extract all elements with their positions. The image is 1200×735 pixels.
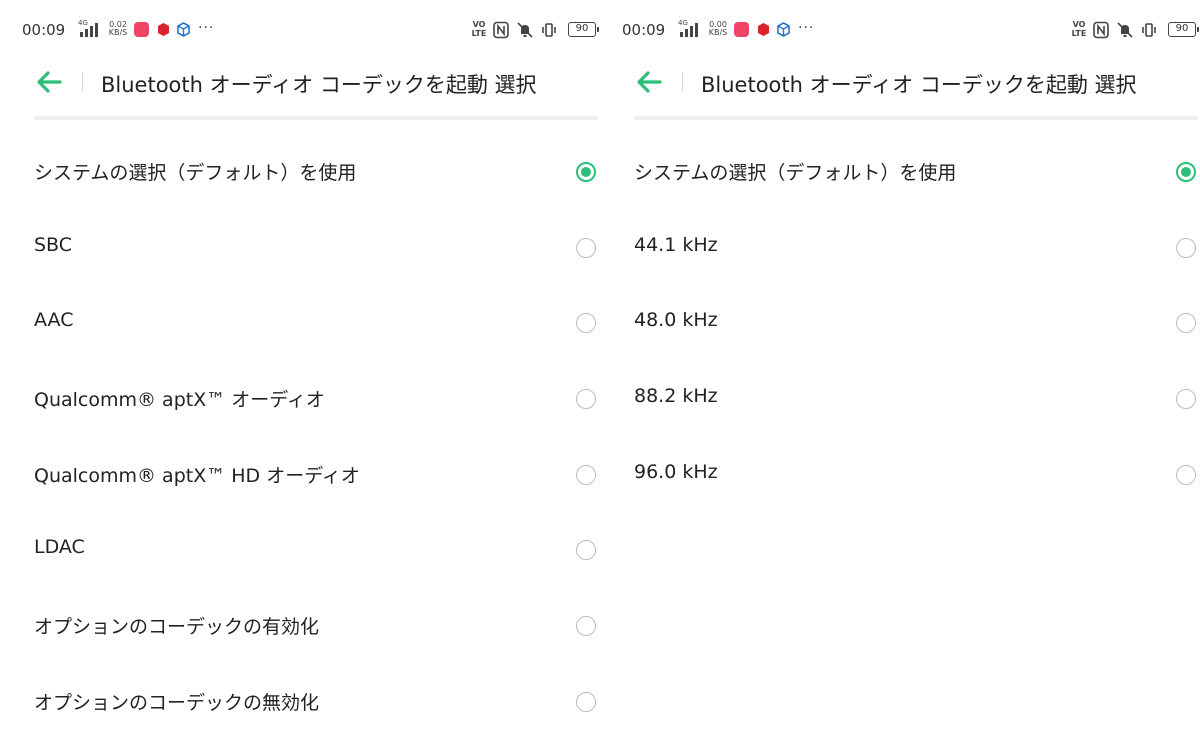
radio-button[interactable]	[1176, 237, 1196, 258]
option-label: システムの選択（デフォルト）を使用	[34, 162, 357, 184]
radio-button-selected[interactable]	[576, 162, 596, 182]
status-time: 00:09	[22, 21, 66, 39]
radio-button[interactable]	[576, 540, 596, 561]
radio-button[interactable]	[576, 691, 596, 712]
list-item[interactable]: 96.0 kHz	[618, 423, 1198, 499]
status-bar: 00:09 4G 0.00 KB/S ··· VO LTE 90	[618, 14, 1199, 46]
status-time: 00:09	[622, 21, 666, 39]
more-notifications-icon: ···	[198, 20, 215, 36]
option-label: LDAC	[34, 536, 85, 559]
signal-icon	[80, 23, 102, 37]
option-label: オプションのコーデックの無効化	[34, 691, 320, 714]
page-title: Bluetooth オーディオ コーデックを起動 選択	[701, 73, 1137, 97]
option-label: 44.1 kHz	[634, 233, 718, 256]
back-arrow-icon	[37, 71, 62, 93]
radio-button[interactable]	[1176, 313, 1196, 334]
battery-indicator: 90	[568, 22, 599, 37]
status-bar: 00:09 4G 0.02 KB/S ··· VO LTE 90	[18, 14, 599, 46]
back-button[interactable]	[34, 69, 64, 95]
option-label: Qualcomm® aptX™ HD オーディオ	[34, 464, 360, 487]
back-button[interactable]	[634, 69, 664, 95]
toolbar-divider	[682, 72, 683, 92]
sample-rate-option-list: システムの選択（デフォルト）を使用 44.1 kHz 48.0 kHz 88.2…	[618, 120, 1198, 498]
list-item[interactable]: SBC	[18, 196, 598, 272]
option-label: 48.0 kHz	[634, 309, 718, 332]
network-speed-unit: KB/S	[708, 28, 728, 37]
vibrate-icon	[540, 21, 558, 39]
list-item[interactable]: 88.2 kHz	[618, 347, 1198, 423]
option-label: 88.2 kHz	[634, 385, 718, 408]
option-label: AAC	[34, 309, 74, 332]
codec-option-list: システムの選択（デフォルト）を使用 SBC AAC Qualcomm® aptX…	[18, 120, 598, 726]
option-label: システムの選択（デフォルト）を使用	[634, 162, 957, 184]
radio-button[interactable]	[1176, 389, 1196, 410]
volte-bottom: LTE	[471, 29, 487, 38]
option-label: Qualcomm® aptX™ オーディオ	[34, 389, 325, 412]
app-notification-icon	[156, 22, 171, 37]
vibrate-mute-icon	[1116, 21, 1134, 39]
list-item[interactable]: Qualcomm® aptX™ オーディオ	[18, 347, 598, 423]
app-notification-icon	[756, 22, 771, 37]
option-label: SBC	[34, 233, 73, 256]
toolbar: Bluetooth オーディオ コーデックを起動 選択	[18, 58, 598, 108]
back-arrow-icon	[637, 71, 662, 93]
list-item[interactable]: Qualcomm® aptX™ HD オーディオ	[18, 423, 598, 499]
list-item[interactable]: AAC	[18, 271, 598, 347]
list-item[interactable]: 48.0 kHz	[618, 271, 1198, 347]
signal-icon	[680, 23, 702, 37]
radio-button[interactable]	[576, 237, 596, 258]
volte-top: VO	[472, 20, 486, 29]
more-notifications-icon: ···	[798, 20, 815, 36]
network-speed: 0.00 KB/S	[707, 21, 729, 37]
battery-indicator: 90	[1168, 22, 1199, 37]
nfc-icon	[492, 21, 510, 39]
app-notification-icon	[176, 22, 191, 37]
volte-indicator: VO LTE	[1070, 20, 1088, 38]
radio-button[interactable]	[576, 313, 596, 334]
vibrate-mute-icon	[516, 21, 534, 39]
list-item[interactable]: 44.1 kHz	[618, 196, 1198, 272]
list-item[interactable]: オプションのコーデックの有効化	[18, 574, 598, 650]
toolbar: Bluetooth オーディオ コーデックを起動 選択	[618, 58, 1198, 108]
network-speed: 0.02 KB/S	[107, 21, 129, 37]
radio-button[interactable]	[576, 389, 596, 410]
list-item[interactable]: LDAC	[18, 498, 598, 574]
right-screen: 00:09 4G 0.00 KB/S ··· VO LTE 90 Bluetoo…	[618, 0, 1199, 735]
page-title: Bluetooth オーディオ コーデックを起動 選択	[101, 73, 537, 97]
network-speed-unit: KB/S	[108, 28, 128, 37]
option-label: 96.0 kHz	[634, 460, 718, 483]
radio-button[interactable]	[1176, 464, 1196, 485]
radio-button[interactable]	[576, 616, 596, 637]
app-notification-icon	[134, 22, 149, 37]
volte-top: VO	[1072, 20, 1086, 29]
toolbar-divider	[82, 72, 83, 92]
volte-indicator: VO LTE	[470, 20, 488, 38]
vibrate-icon	[1140, 21, 1158, 39]
radio-button-selected[interactable]	[1176, 162, 1196, 182]
radio-button[interactable]	[576, 464, 596, 485]
left-screen: 00:09 4G 0.02 KB/S ··· VO LTE 90 Bluetoo…	[18, 0, 599, 735]
volte-bottom: LTE	[1071, 29, 1087, 38]
app-notification-icon	[734, 22, 749, 37]
nfc-icon	[1092, 21, 1110, 39]
app-notification-icon	[776, 22, 791, 37]
option-label: オプションのコーデックの有効化	[34, 616, 320, 639]
list-item[interactable]: システムの選択（デフォルト）を使用	[18, 120, 598, 196]
list-item[interactable]: オプションのコーデックの無効化	[18, 650, 598, 726]
list-item[interactable]: システムの選択（デフォルト）を使用	[618, 120, 1198, 196]
